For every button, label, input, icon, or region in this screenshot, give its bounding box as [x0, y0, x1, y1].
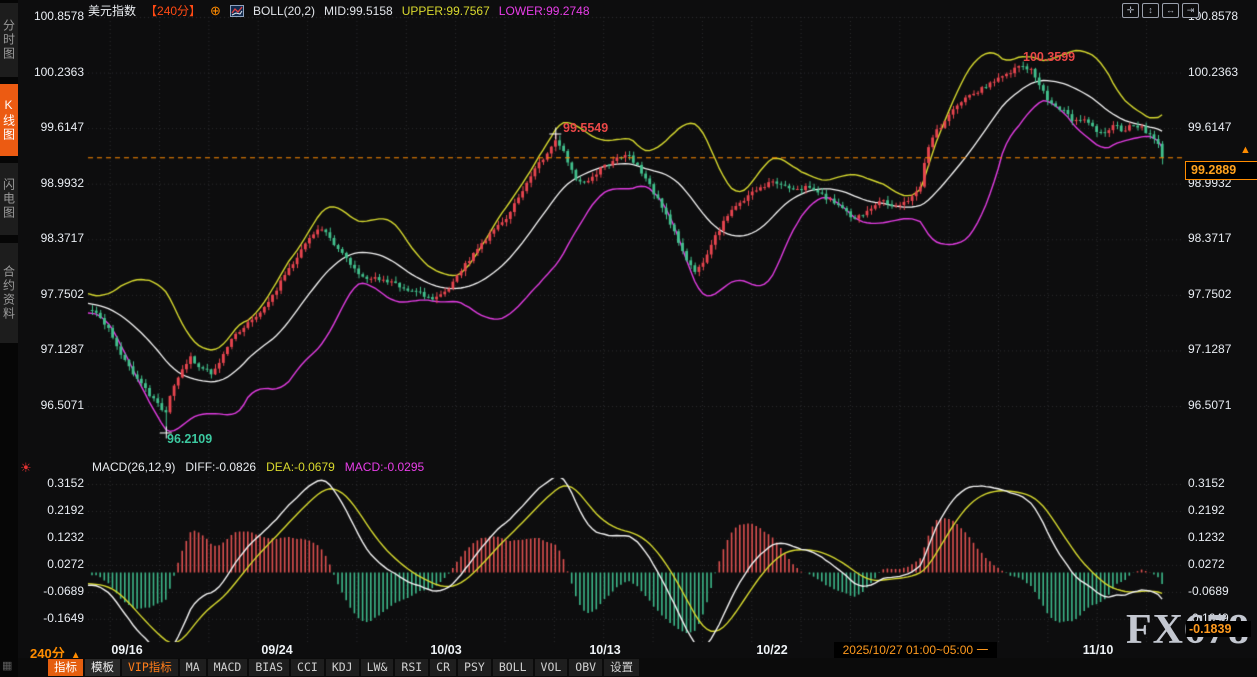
- date-label-09-24: 09/24: [261, 643, 293, 657]
- price-axis-label-right: 96.5071: [1188, 397, 1232, 412]
- price-axis-label-right: 98.3717: [1188, 231, 1232, 246]
- alert-icon[interactable]: ☀: [20, 460, 32, 476]
- chart-type-sidebar: 分时图 K线图闪电图合约资料: [0, 0, 18, 677]
- macd-axis-label-right: -0.0689: [1188, 583, 1229, 598]
- toolbar-button-OBV[interactable]: OBV: [569, 659, 603, 676]
- price-axis-label-right: 100.2363: [1188, 64, 1239, 79]
- toolbar-button-MA[interactable]: MA: [179, 659, 206, 676]
- macd-axis-label-left: -0.1649: [43, 610, 84, 625]
- macd-axis-label-left: 0.3152: [47, 475, 84, 490]
- toolbar-button-CCI[interactable]: CCI: [291, 659, 324, 676]
- macd-axis-label-left: -0.0689: [43, 583, 84, 598]
- price-alert-marker-icon[interactable]: ▲: [1240, 144, 1251, 156]
- toolbar-button-VOL[interactable]: VOL: [534, 659, 568, 676]
- window-control-icons: ✛ ↕ ↔ ⇥: [1122, 3, 1199, 18]
- price-axis-label-left: 96.5071: [40, 397, 84, 412]
- chart-header: 美元指数 【240分】 ⊕ BOLL(20,2) MID:99.5158 UPP…: [88, 2, 590, 19]
- sidebar-tab-3[interactable]: 闪电图: [0, 163, 18, 235]
- boll-mid-value: MID:99.5158: [324, 3, 393, 18]
- candlestick-chart-canvas[interactable]: [0, 0, 1257, 677]
- price-axis-label-left: 100.8578: [33, 9, 84, 23]
- toolbar-button-VIP指标[interactable]: VIP指标: [122, 659, 178, 676]
- price-axis-label-left: 99.6147: [40, 120, 84, 135]
- sidebar-tab-4[interactable]: 合约资料: [0, 243, 18, 343]
- crosshair-time-box: 2025/10/27 01:00~05:00 一: [834, 642, 997, 658]
- price-axis-label-right: 97.7502: [1188, 286, 1232, 301]
- price-axis-label-left: 97.1287: [40, 342, 84, 357]
- macd-axis-label-right: 0.1232: [1188, 529, 1225, 544]
- price-axis-label-left: 98.3717: [40, 231, 84, 246]
- swing-high-annotation: 99.5549: [563, 121, 609, 135]
- macd-axis-label-left: 0.2192: [47, 502, 84, 517]
- macd-diff-value: DIFF:-0.0826: [185, 460, 257, 474]
- macd-axis-label-left: 0.1232: [47, 529, 84, 544]
- last-price-box: 99.2889: [1185, 161, 1257, 180]
- date-label-10-13: 10/13: [589, 643, 621, 657]
- macd-header: MACD(26,12,9) DIFF:-0.0826 DEA:-0.0679 M…: [92, 460, 424, 474]
- mini-chart-icon[interactable]: [229, 4, 244, 17]
- toolbar-button-MACD[interactable]: MACD: [207, 659, 248, 676]
- date-label-10-22: 10/22: [756, 643, 788, 657]
- toolbar-button-PSY[interactable]: PSY: [458, 659, 491, 676]
- macd-name: MACD(26,12,9): [92, 460, 176, 474]
- zoom-x-axis-icon[interactable]: ↔: [1162, 3, 1179, 18]
- boll-upper-value: UPPER:99.7567: [401, 3, 490, 18]
- session-low-annotation: 96.2109: [167, 432, 213, 446]
- panel-grid-icon[interactable]: ▦: [2, 659, 12, 672]
- sidebar-tab-1[interactable]: 分时图: [0, 3, 18, 77]
- toolbar-button-RSI[interactable]: RSI: [395, 659, 429, 676]
- zoom-y-axis-icon[interactable]: ↕: [1142, 3, 1159, 18]
- macd-current-value-box: -0.1839: [1186, 621, 1251, 637]
- kline-chart-window: 分时图 K线图闪电图合约资料 ▦ 美元指数 【240分】 ⊕ BOLL(20,2)…: [0, 0, 1257, 677]
- boll-lower-value: LOWER:99.2748: [498, 3, 590, 18]
- price-axis-label-left: 97.7502: [40, 286, 84, 301]
- boll-label: BOLL(20,2): [252, 3, 315, 18]
- macd-axis-label-left: 0.0272: [47, 556, 84, 571]
- toolbar-button-LW&[interactable]: LW&: [360, 659, 394, 676]
- date-label-10-03: 10/03: [430, 643, 462, 657]
- price-axis-label-left: 98.9932: [40, 175, 84, 190]
- pan-icon[interactable]: ✛: [1122, 3, 1139, 18]
- collapse-panel-icon[interactable]: ⇥: [1182, 3, 1199, 18]
- sidebar-tab-2[interactable]: K线图: [0, 84, 18, 156]
- symbol-name: 美元指数: [88, 4, 137, 18]
- toolbar-button-模板[interactable]: 模板: [85, 659, 120, 676]
- macd-axis-label-right: 0.3152: [1188, 475, 1225, 490]
- macd-axis-label-right: 0.2192: [1188, 502, 1225, 517]
- toolbar-button-KDJ[interactable]: KDJ: [325, 659, 359, 676]
- toolbar-button-BIAS[interactable]: BIAS: [249, 659, 290, 676]
- macd-dea-value: DEA:-0.0679: [266, 460, 335, 474]
- indicator-toolbar: 指标 模板 VIP指标 MA MACD BIAS CCI KDJ LW& RSI CR PSY BOLL…: [18, 658, 1257, 677]
- macd-value: MACD:-0.0295: [344, 460, 425, 474]
- toolbar-button-CR[interactable]: CR: [430, 659, 457, 676]
- price-axis-label-right: 99.6147: [1188, 120, 1232, 135]
- date-label-09-16: 09/16: [111, 643, 143, 657]
- add-indicator-icon[interactable]: ⊕: [210, 3, 221, 19]
- session-high-annotation: 100.3599: [1023, 50, 1076, 64]
- price-axis-label-left: 100.2363: [33, 64, 84, 79]
- macd-axis-label-right: 0.0272: [1188, 556, 1225, 571]
- toolbar-button-指标[interactable]: 指标: [48, 659, 83, 676]
- price-axis-label-right: 97.1287: [1188, 342, 1232, 357]
- toolbar-button-设置[interactable]: 设置: [604, 659, 640, 676]
- toolbar-button-BOLL[interactable]: BOLL: [492, 659, 533, 676]
- period-tag: 【240分】: [145, 4, 202, 18]
